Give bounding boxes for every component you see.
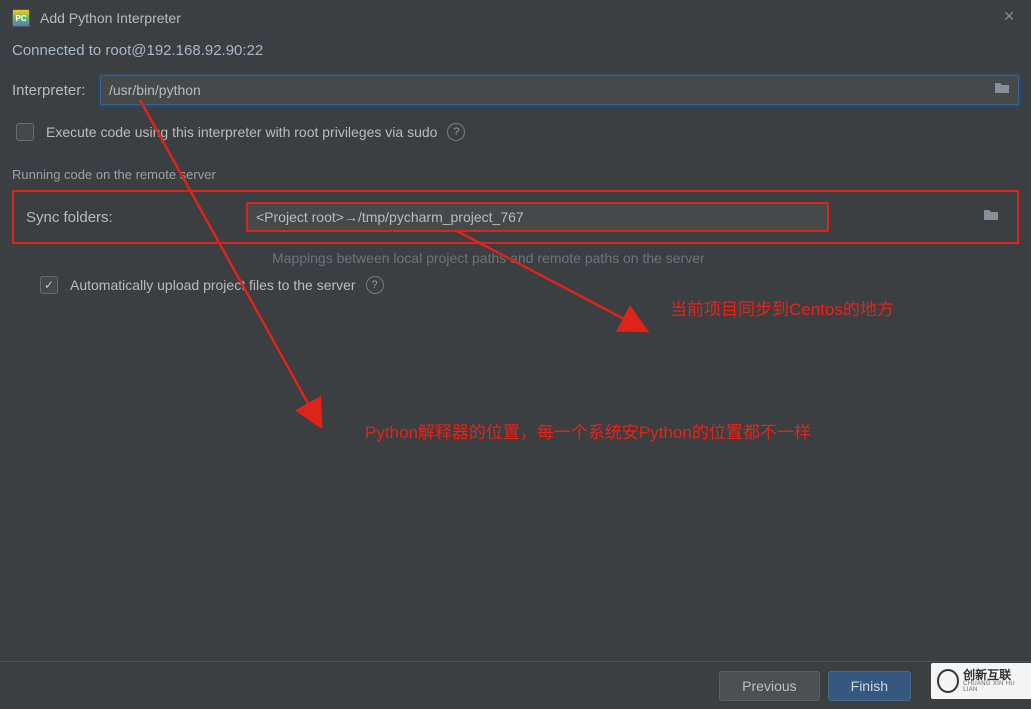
browse-folder-icon[interactable] [994, 81, 1010, 100]
connected-status: Connected to root@192.168.92.90:22 [12, 36, 1019, 75]
pycharm-icon: PC [12, 9, 30, 27]
interpreter-input-wrap[interactable] [100, 75, 1019, 105]
titlebar: PC Add Python Interpreter ✕ [0, 0, 1031, 36]
watermark-logo-icon [937, 669, 959, 693]
watermark: 创新互联 CHUANG XIN HU LIAN [931, 663, 1031, 699]
annotation-text-python: Python解释器的位置，每一个系统安Python的位置都不一样 [365, 418, 811, 443]
sudo-checkbox[interactable] [16, 123, 34, 141]
sync-folders-value: <Project root>→/tmp/pycharm_project_767 [256, 209, 819, 225]
interpreter-input[interactable] [109, 82, 994, 98]
dialog-footer: Previous Finish [0, 661, 1031, 709]
close-icon[interactable]: ✕ [1003, 8, 1015, 25]
sync-folders-highlight: Sync folders: <Project root>→/tmp/pychar… [12, 190, 1019, 244]
previous-button[interactable]: Previous [719, 671, 819, 701]
finish-button[interactable]: Finish [828, 671, 911, 701]
auto-upload-checkbox[interactable] [40, 276, 58, 294]
sudo-checkbox-row: Execute code using this interpreter with… [12, 119, 1019, 153]
watermark-cn: 创新互联 [963, 669, 1025, 681]
annotation-text-centos: 当前项目同步到Centos的地方 [670, 295, 894, 320]
watermark-en: CHUANG XIN HU LIAN [963, 681, 1025, 693]
sync-browse-icon[interactable] [983, 208, 999, 227]
remote-section-title: Running code on the remote server [12, 167, 1019, 182]
sync-folders-label: Sync folders: [26, 209, 246, 226]
sync-folders-input-wrap[interactable]: <Project root>→/tmp/pycharm_project_767 [246, 202, 829, 232]
help-icon[interactable]: ? [447, 123, 465, 141]
interpreter-label: Interpreter: [12, 82, 100, 99]
dialog-title: Add Python Interpreter [40, 10, 181, 26]
interpreter-row: Interpreter: [12, 75, 1019, 105]
dialog-content: Connected to root@192.168.92.90:22 Inter… [0, 36, 1031, 314]
mapping-hint: Mappings between local project paths and… [272, 250, 1019, 266]
auto-upload-help-icon[interactable]: ? [366, 276, 384, 294]
sudo-label: Execute code using this interpreter with… [46, 124, 437, 140]
auto-upload-label: Automatically upload project files to th… [70, 277, 356, 293]
